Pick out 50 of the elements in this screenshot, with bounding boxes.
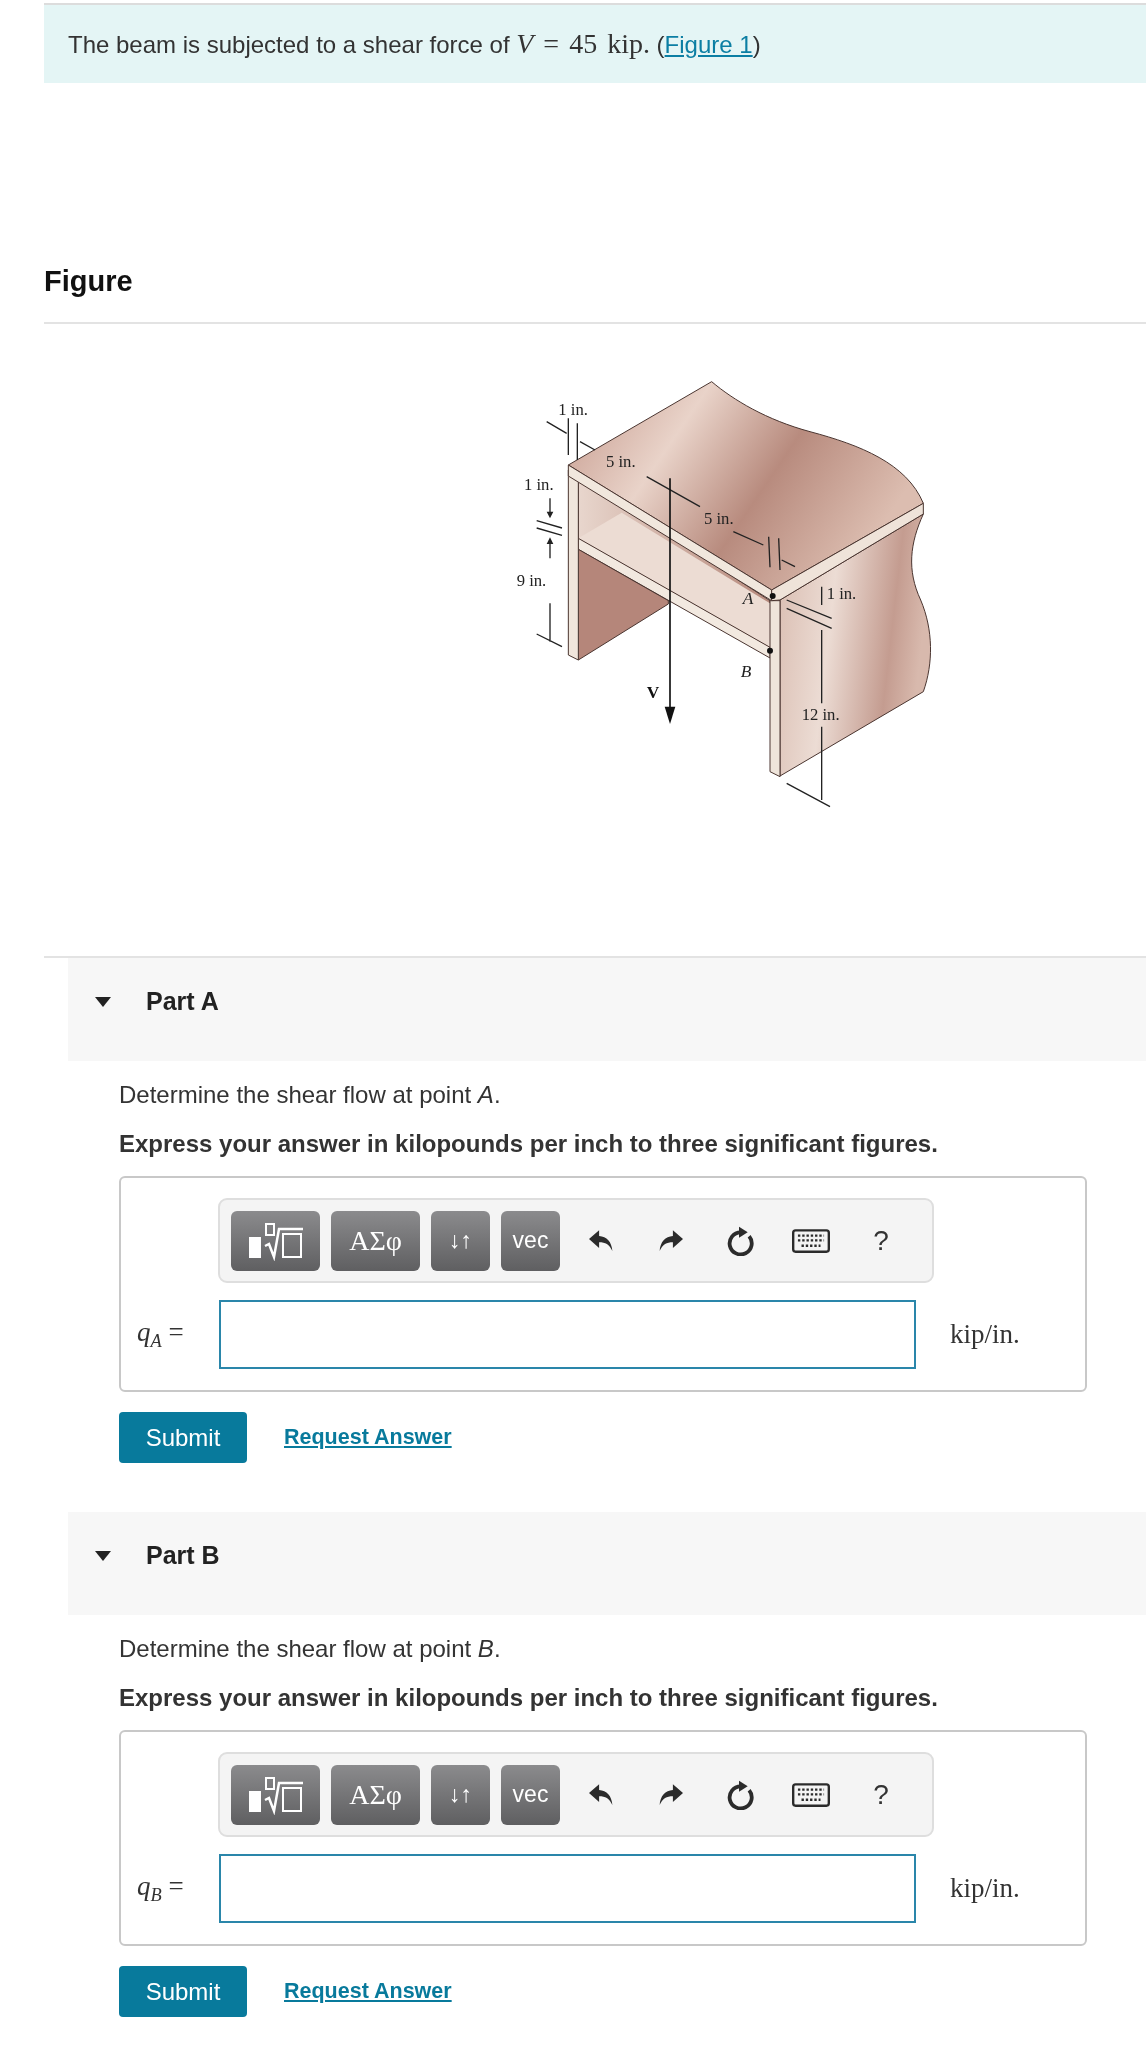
force-label: V [646,683,660,703]
redo-icon[interactable] [659,1229,683,1252]
help-button[interactable]: ? [866,1764,896,1825]
figure-link[interactable]: Figure 1 [664,31,753,58]
greek-letters-button[interactable]: ΑΣφ [331,1210,420,1271]
dimension-label: 1 in. [558,400,588,419]
help-button[interactable]: ? [866,1210,896,1271]
answer-field[interactable] [219,1300,916,1369]
symbol-button[interactable]: vec [501,1764,560,1825]
point-dot [767,647,773,654]
symbol-button[interactable]: ↓↑ [431,1764,490,1825]
redo-icon[interactable] [659,1783,683,1806]
part-toggle[interactable]: Part B [68,1512,1146,1615]
question-text: Determine the shear flow at point A. [119,1080,502,1110]
keyboard-icon[interactable] [792,1782,830,1807]
reset-icon[interactable] [727,1225,755,1256]
dimension-line [546,417,596,461]
templates-button[interactable] [231,1210,320,1271]
dimension-label: 9 in. [516,571,547,590]
part-toggle[interactable]: Part A [68,958,1146,1061]
point-dot [769,593,776,599]
answer-variable: q$_{A}$ = [136,1316,185,1353]
answer-variable: q$_{B}$ = [136,1870,185,1907]
dimension-label: 1 in. [826,584,857,604]
figure-heading: Figure [44,264,134,298]
dimension-label: 5 in. [704,509,734,528]
question-text: Determine the shear flow at point B. [119,1634,502,1664]
point-label: A [742,589,754,608]
instruction-text: Express your answer in kilopounds per inch to three significant figures. [119,1683,939,1713]
reset-icon[interactable] [727,1779,755,1810]
symbol-button[interactable]: ↓↑ [431,1210,490,1271]
answer-field[interactable] [219,1854,916,1923]
keyboard-icon[interactable] [792,1228,830,1253]
greek-letters-button[interactable]: ΑΣφ [331,1764,420,1825]
instruction-text: Express your answer in kilopounds per inch to three significant figures. [119,1129,939,1159]
dimension-label: 1 in. [524,475,554,494]
submit-button[interactable]: Submit [119,1966,247,2017]
templates-button[interactable] [231,1764,320,1825]
problem-statement: The beam is subjected to a shear force of V = 45 kip. (Figure 1) [68,28,761,60]
request-answer-link[interactable]: Request Answer [284,1979,452,2004]
request-answer-link[interactable]: Request Answer [284,1425,452,1450]
unit-label: kip/in. [950,1873,1020,1904]
undo-icon[interactable] [589,1229,613,1252]
dimension-label: 12 in. [801,705,840,724]
point-label: B [740,662,752,682]
submit-button[interactable]: Submit [119,1412,247,1463]
symbol-button[interactable]: vec [501,1210,560,1271]
undo-icon[interactable] [589,1783,613,1806]
unit-label: kip/in. [950,1319,1020,1350]
dimension-label: 5 in. [606,452,636,472]
